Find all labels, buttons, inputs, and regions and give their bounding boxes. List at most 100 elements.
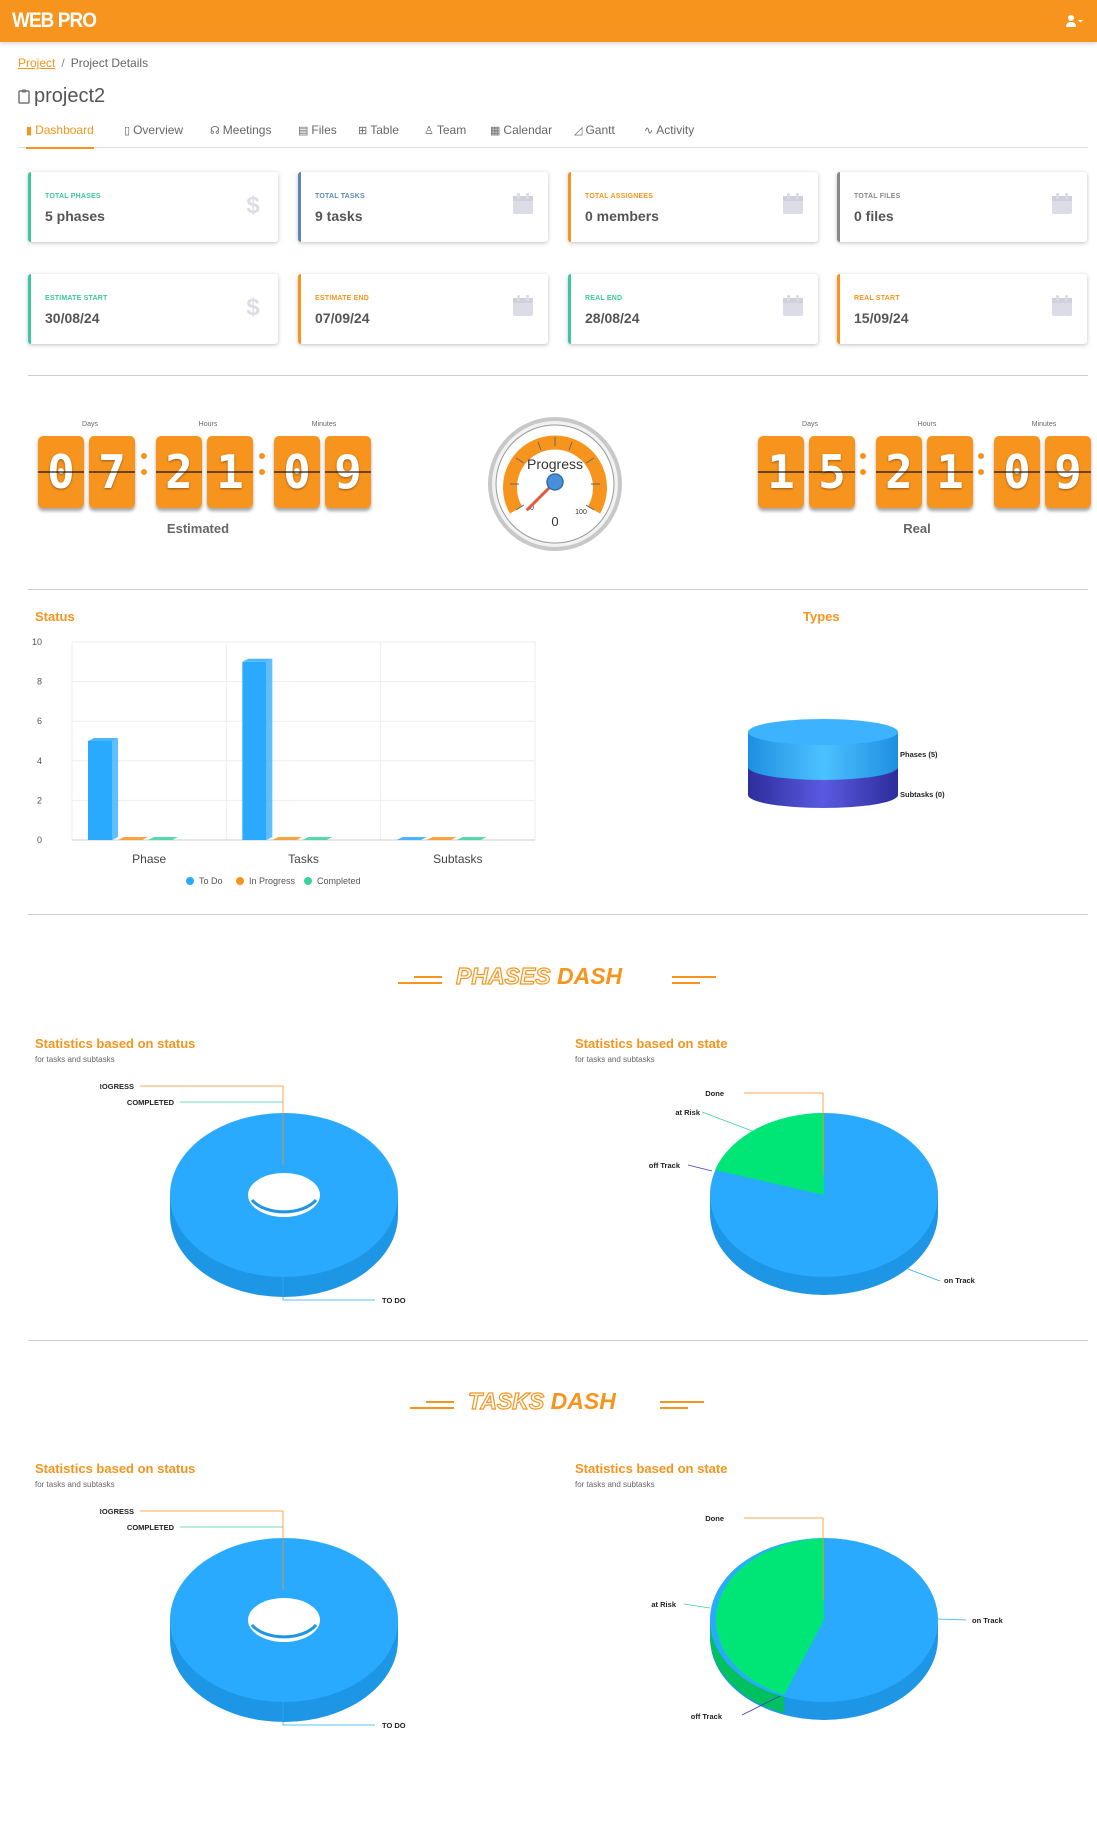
tab-files[interactable]: ▤ Files: [298, 123, 337, 147]
stat-card-value: 15/09/24: [854, 310, 909, 326]
types-cylinder-chart: Phases (5) Subtasks (0): [748, 719, 945, 808]
breadcrumb: Project / Project Details: [18, 56, 148, 70]
tasks-state-pie: Done at Risk off Track on Track: [651, 1514, 1003, 1721]
brand-logo[interactable]: WEB PRO: [12, 9, 97, 33]
divider: [28, 375, 1088, 376]
gauge-title: Progress: [527, 456, 583, 472]
user-menu-icon[interactable]: [1065, 14, 1083, 28]
y-tick-label: 6: [37, 716, 42, 726]
label-todo: TO DO: [382, 1296, 406, 1305]
label-completed: COMPLETED: [127, 1523, 175, 1532]
colon: [259, 453, 265, 483]
label-in-progress: IN PROGRESS: [100, 1082, 134, 1091]
stat-card-value: 9 tasks: [315, 208, 363, 224]
file-icon: ▤: [298, 125, 309, 137]
calendar-icon: [783, 193, 803, 214]
stat-card-real-start: REAL START 15/09/24: [837, 274, 1087, 344]
types-subtasks-label: Subtasks (0): [900, 790, 945, 799]
stat-card-label: TOTAL FILES: [854, 193, 901, 200]
tab-overview[interactable]: ▯ Overview: [124, 123, 183, 147]
legend-marker: [236, 877, 244, 885]
colon: [860, 453, 866, 483]
calendar-icon: [513, 295, 533, 316]
tasks-state-title: Statistics based on state: [575, 1461, 728, 1476]
phases-heading-outline: PHASES: [455, 962, 551, 989]
types-chart-title: Types: [803, 609, 840, 624]
legend-label: To Do: [199, 876, 223, 886]
estimated-hours-digit-1: 2: [156, 436, 202, 508]
hours-unit-label: Hours: [917, 421, 937, 428]
phases-state-pie: Done at Risk off Track on Track: [649, 1089, 976, 1295]
bar-chart-icon: ▮: [26, 125, 33, 137]
x-category-label: Phase: [132, 852, 166, 866]
label-at-risk: at Risk: [651, 1600, 676, 1609]
real-minutes-digit-1: 0: [994, 436, 1040, 508]
label-at-risk: at Risk: [675, 1108, 700, 1117]
project-title: project2: [34, 85, 106, 107]
gauge-max-label: 100: [575, 509, 587, 516]
days-unit-label: Days: [82, 421, 98, 428]
estimated-hours-digit-2: 1: [207, 436, 253, 508]
legend-label: Completed: [317, 876, 361, 886]
status-chart-title: Status: [35, 609, 75, 624]
phases-state-subtitle: for tasks and subtasks: [575, 1055, 655, 1064]
tab-meetings[interactable]: ☊ Meetings: [210, 123, 271, 147]
calendar-icon: [1052, 193, 1072, 214]
y-tick-label: 0: [37, 835, 42, 845]
minutes-unit-label: Minutes: [1031, 421, 1057, 428]
estimated-minutes-digit-1: 0: [274, 436, 320, 508]
stat-card-value: 0 files: [854, 208, 894, 224]
breadcrumb-project-link[interactable]: Project: [18, 56, 55, 70]
tasks-status-title: Statistics based on status: [35, 1461, 196, 1476]
minutes-unit-label: Minutes: [311, 421, 337, 428]
stat-card-estimate-start: ESTIMATE START 30/08/24 $: [28, 274, 278, 344]
stat-card-value: 07/09/24: [315, 310, 370, 326]
tab-gantt[interactable]: ◿ Gantt: [574, 123, 615, 147]
estimated-days-digit-1: 0: [38, 436, 84, 508]
tab-activity[interactable]: ∿ Activity: [644, 123, 694, 147]
stat-card-estimate-end: ESTIMATE END 07/09/24: [298, 274, 548, 344]
heading-decoration: [398, 976, 442, 984]
stat-card-value: 30/08/24: [45, 310, 100, 326]
x-category-label: Subtasks: [433, 852, 482, 866]
legend-marker: [186, 877, 194, 885]
tab-calendar[interactable]: ▦ Calendar: [490, 123, 552, 147]
phases-status-donut: IN PROGRESS COMPLETED TO DO: [100, 1082, 406, 1305]
user-icon: ♙: [424, 125, 434, 137]
clipboard-icon: ▯: [124, 125, 131, 137]
tab-team[interactable]: ♙ Team: [424, 123, 466, 147]
tab-table[interactable]: ⊞ Table: [358, 123, 399, 147]
calendar-icon: ▦: [490, 125, 501, 137]
calendar-icon: [513, 193, 533, 214]
tasks-heading-solid: DASH: [550, 1388, 616, 1414]
phases-status-subtitle: for tasks and subtasks: [35, 1055, 115, 1064]
stat-card-value: 0 members: [585, 208, 659, 224]
estimated-days-digit-2: 7: [89, 436, 135, 508]
label-off-track: off Track: [649, 1161, 681, 1170]
estimated-label: Estimated: [166, 521, 230, 536]
hours-unit-label: Hours: [198, 421, 218, 428]
y-tick-label: 8: [37, 677, 42, 687]
stat-card-label: TOTAL TASKS: [315, 193, 365, 200]
stat-card-label: REAL END: [585, 295, 623, 302]
stat-card-total-assignees: TOTAL ASSIGNEES 0 members: [568, 172, 818, 242]
real-days-digit-2: 5: [809, 436, 855, 508]
page-title: project2: [18, 85, 105, 108]
tasks-state-subtitle: for tasks and subtasks: [575, 1480, 655, 1489]
tab-dashboard[interactable]: ▮ Dashboard: [26, 123, 94, 149]
days-unit-label: Days: [802, 421, 818, 428]
table-icon: ⊞: [358, 125, 368, 137]
y-tick-label: 2: [37, 795, 42, 805]
real-hours-digit-1: 2: [876, 436, 922, 508]
heading-decoration: [672, 976, 716, 984]
pulse-icon: ∿: [644, 125, 654, 137]
estimated-minutes-digit-2: 9: [325, 436, 371, 508]
label-done: Done: [705, 1089, 724, 1098]
heading-decoration: [660, 1401, 704, 1409]
stat-card-label: REAL START: [854, 295, 900, 302]
stat-card-label: TOTAL ASSIGNEES: [585, 193, 654, 200]
bar-side: [112, 738, 118, 840]
calendar-icon: [1052, 295, 1072, 316]
status-bar-chart: 0 2 4 6 8 10 Phase Tasks Subtasks To Do In Progres…: [32, 637, 536, 886]
real-label: Real: [903, 521, 931, 536]
